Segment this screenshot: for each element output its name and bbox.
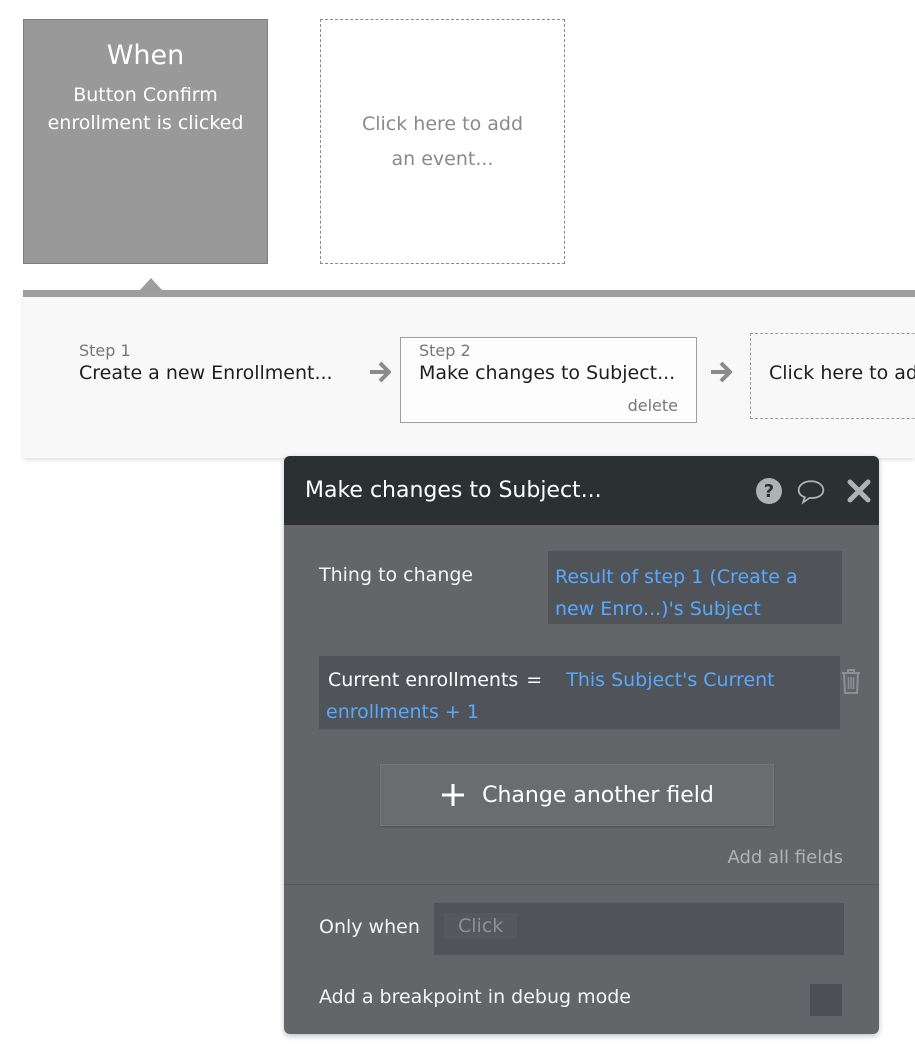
panel-title: Make changes to Subject... (305, 478, 602, 503)
change-another-field-button[interactable]: Change another field (380, 764, 774, 826)
event-selected-pointer (140, 278, 162, 290)
only-when-label: Only when (319, 916, 420, 938)
field-name: Current enrollments (328, 669, 519, 691)
plus-icon (442, 784, 465, 806)
arrow-right-icon (711, 361, 732, 383)
thing-to-change-field[interactable]: Result of step 1 (Create a new Enro...)'… (548, 551, 842, 624)
step-title: Make changes to Subject... (419, 362, 676, 384)
only-when-input[interactable]: Click (434, 903, 844, 955)
step-number: Step 1 (79, 341, 131, 360)
panel-header: Make changes to Subject... ? (284, 456, 879, 525)
breakpoint-label: Add a breakpoint in debug mode (319, 986, 631, 1008)
delete-step-link[interactable]: delete (628, 396, 678, 415)
step-1[interactable]: Step 1 Create a new Enrollment... (79, 341, 354, 384)
step-2[interactable]: Step 2 Make changes to Subject... delete (400, 337, 697, 423)
action-properties-panel: Make changes to Subject... ? Thing to ch… (284, 456, 879, 1034)
svg-text:?: ? (764, 481, 774, 502)
change-another-field-label: Change another field (482, 782, 714, 808)
help-icon[interactable]: ? (754, 476, 784, 506)
event-description: Button Confirm enrollment is clicked (47, 84, 244, 134)
only-when-placeholder: Click (444, 913, 518, 939)
event-card-when[interactable]: When Button Confirm enrollment is clicke… (23, 19, 268, 264)
field-change-row[interactable]: Current enrollments = This Subject's Curre… (319, 656, 840, 729)
step-number: Step 2 (419, 341, 471, 360)
field-operator: = (526, 669, 543, 691)
event-when-title: When (106, 40, 185, 71)
step-title: Create a new Enrollment... (79, 362, 333, 384)
close-icon[interactable] (844, 476, 874, 506)
add-event-card[interactable]: Click here to add an event... (320, 19, 565, 264)
add-all-fields-link[interactable]: Add all fields (727, 847, 843, 868)
breakpoint-checkbox[interactable] (810, 984, 842, 1016)
workflow-steps-bar: Step 1 Create a new Enrollment... Step 2… (23, 290, 915, 458)
arrow-right-icon (370, 361, 391, 383)
comment-icon[interactable] (796, 476, 826, 506)
add-step-card[interactable]: Click here to add (750, 333, 915, 419)
trash-icon[interactable] (839, 667, 863, 695)
thing-to-change-label: Thing to change (319, 564, 474, 586)
panel-divider (284, 884, 879, 885)
